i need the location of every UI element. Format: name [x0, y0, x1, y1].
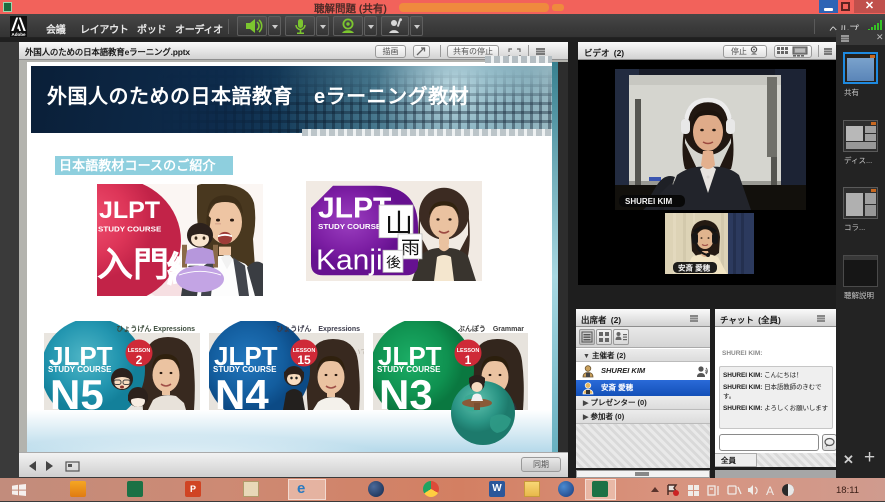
- svg-text:入門: 入門: [97, 246, 169, 284]
- svg-text:Adobe: Adobe: [12, 32, 26, 37]
- svg-text:ぶんぽう Grammar: ぶんぽう Grammar: [457, 324, 524, 333]
- svg-text:ひょうげん Expressions: ひょうげん Expressions: [276, 324, 360, 333]
- svg-text:SHUREI KIM: SHUREI KIM: [625, 197, 672, 206]
- svg-text:2: 2: [136, 353, 143, 367]
- svg-text:ひょうげん Expressions: ひょうげん Expressions: [116, 324, 195, 333]
- svg-text:後: 後: [386, 255, 401, 272]
- svg-text:15: 15: [297, 353, 311, 367]
- svg-text:A: A: [766, 484, 774, 497]
- svg-text:N3: N3: [379, 371, 433, 418]
- svg-text:N4: N4: [215, 371, 269, 410]
- svg-text:安斎 愛穂: 安斎 愛穂: [678, 263, 711, 273]
- svg-text:雨: 雨: [401, 237, 420, 258]
- svg-text:STUDY COURSE: STUDY COURSE: [98, 225, 161, 234]
- svg-text:N5: N5: [50, 371, 104, 410]
- svg-text:STUDY COURSE: STUDY COURSE: [318, 222, 381, 231]
- svg-text:1: 1: [465, 353, 472, 367]
- svg-text:JLPT: JLPT: [99, 198, 160, 224]
- svg-text:Kanji: Kanji: [316, 244, 383, 276]
